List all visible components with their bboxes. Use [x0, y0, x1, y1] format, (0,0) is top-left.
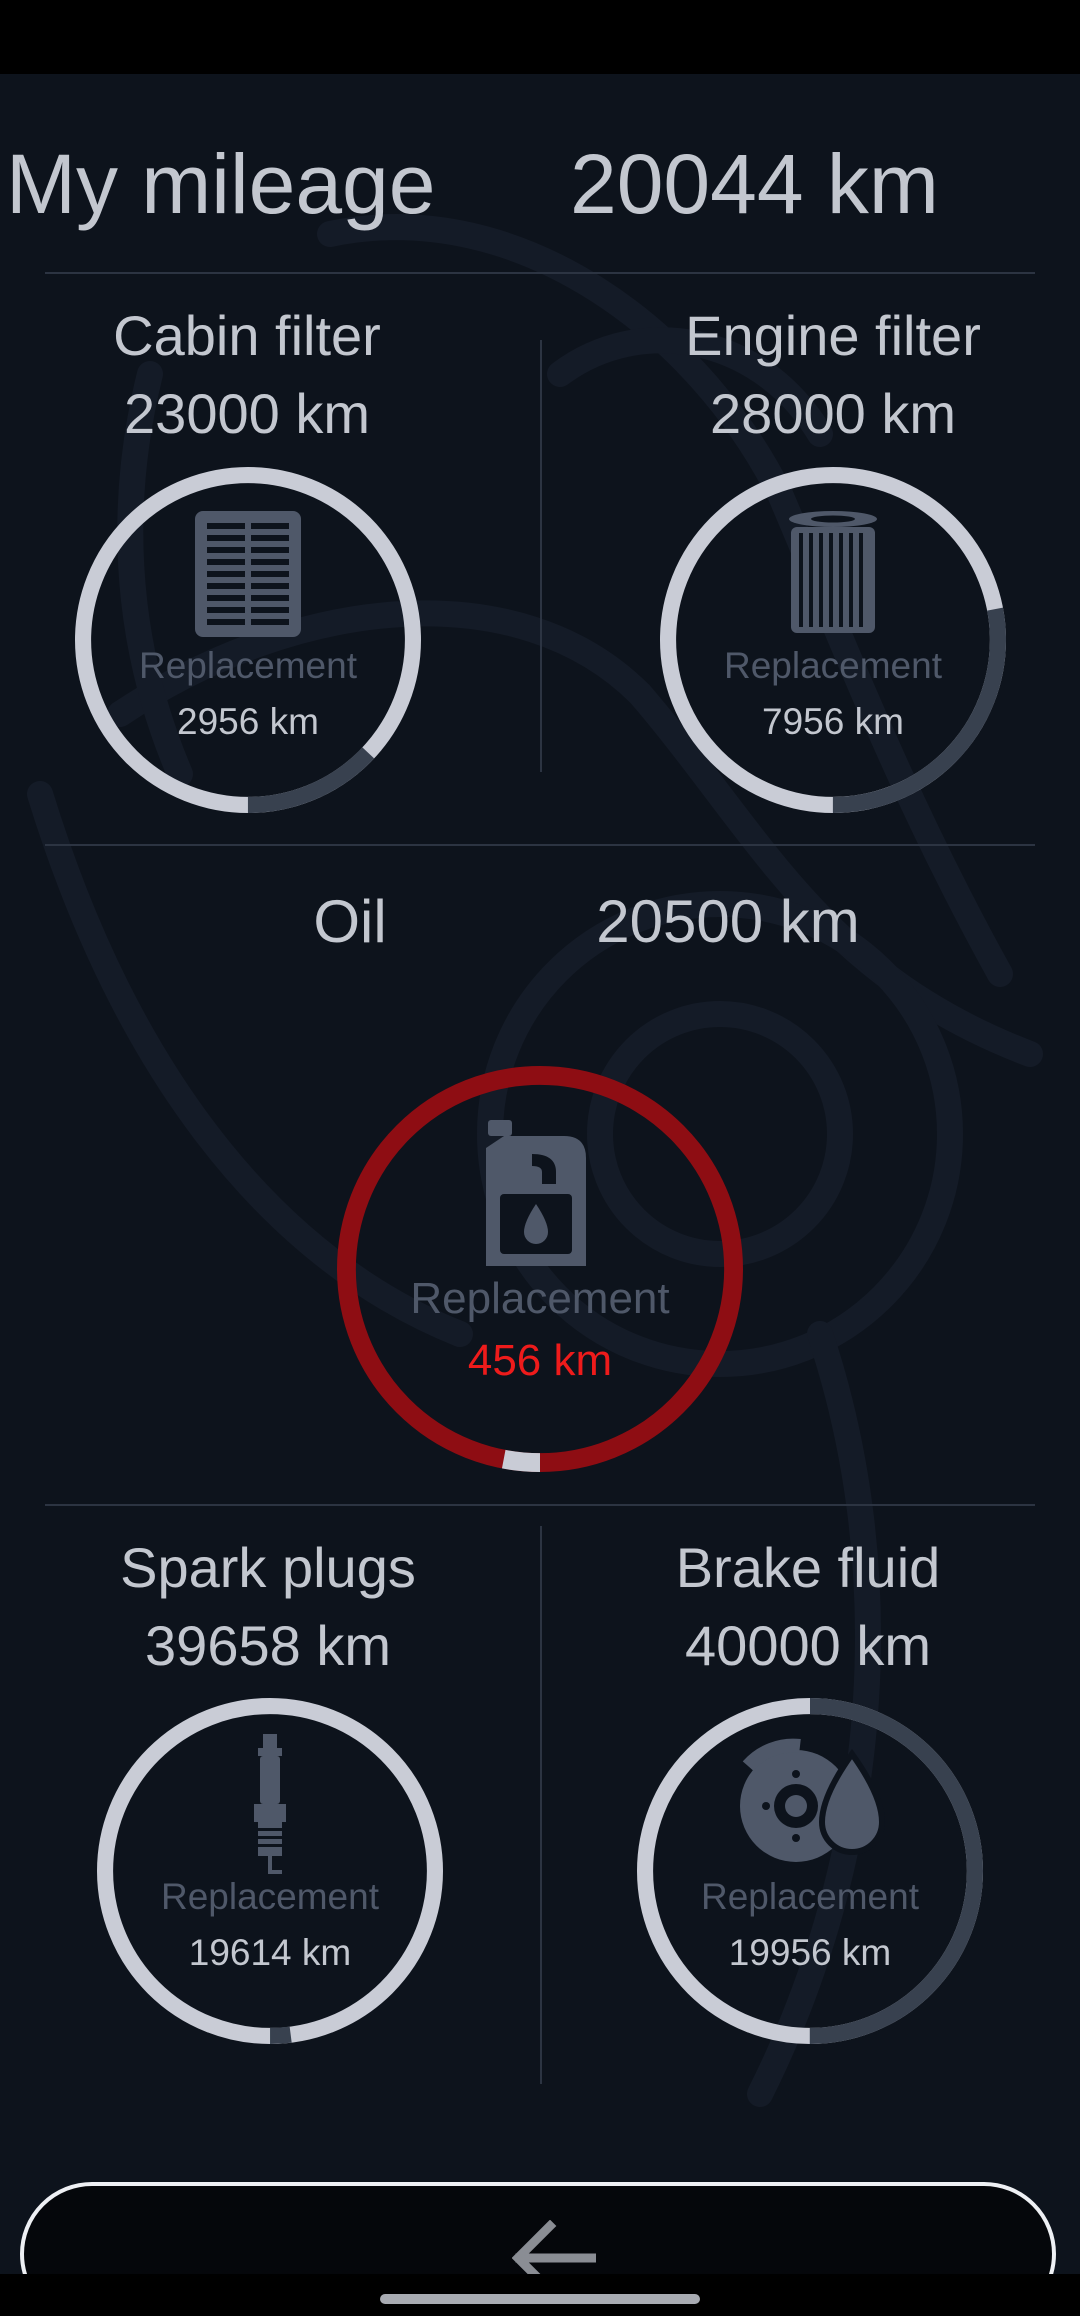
replacement-label: Replacement	[723, 645, 942, 686]
spark-plugs-gauge[interactable]: Replacement 19614 km	[95, 1696, 445, 2046]
divider	[540, 340, 542, 772]
cabin-filter-interval: 23000 km	[124, 382, 370, 445]
brake-fluid-interval: 40000 km	[685, 1614, 931, 1677]
spark-plugs-remaining: 19614 km	[188, 1932, 352, 1973]
spark-plug-icon	[254, 1734, 286, 1874]
brake-fluid-remaining: 19956 km	[728, 1932, 892, 1973]
cabin-filter-icon	[195, 511, 301, 637]
replacement-label: Replacement	[700, 1876, 919, 1917]
system-nav-bar	[0, 2274, 1080, 2316]
engine-filter-remaining: 7956 km	[762, 701, 904, 742]
oil-gauge[interactable]: Replacement 456 km	[335, 1064, 745, 1474]
divider	[540, 1526, 542, 2084]
brake-fluid-title: Brake fluid	[675, 1536, 941, 1599]
divider	[45, 844, 1035, 846]
status-bar	[0, 0, 1080, 74]
cabin-filter-gauge[interactable]: Replacement 2956 km	[73, 465, 423, 815]
engine-filter-interval: 28000 km	[710, 382, 956, 445]
engine-filter-gauge[interactable]: Replacement 7956 km	[658, 465, 1008, 815]
oil-canister-icon	[486, 1120, 586, 1266]
engine-filter-title: Engine filter	[685, 304, 981, 367]
cabin-filter-title: Cabin filter	[113, 304, 381, 367]
cabin-filter-remaining: 2956 km	[177, 701, 319, 742]
spark-plugs-title: Spark plugs	[120, 1536, 416, 1599]
spark-plugs-interval: 39658 km	[145, 1614, 391, 1677]
home-handle[interactable]	[380, 2294, 700, 2304]
replacement-label: Replacement	[410, 1274, 670, 1323]
replacement-label: Replacement	[138, 645, 357, 686]
maintenance-screen: My mileage 20044 km Cabin filter 23000 k…	[0, 74, 1080, 2274]
mileage-value: 20044 km	[570, 137, 939, 231]
brake-disc-fluid-icon	[740, 1738, 886, 1862]
engine-filter-icon	[789, 511, 877, 633]
divider	[45, 272, 1035, 274]
mileage-label: My mileage	[6, 137, 436, 231]
replacement-label: Replacement	[160, 1876, 379, 1917]
back-button[interactable]	[20, 2182, 1056, 2274]
brake-fluid-gauge[interactable]: Replacement 19956 km	[635, 1696, 985, 2046]
arrow-left-icon	[512, 2220, 596, 2274]
oil-interval: 20500 km	[596, 888, 860, 955]
divider	[45, 1504, 1035, 1506]
oil-remaining: 456 km	[467, 1336, 613, 1385]
